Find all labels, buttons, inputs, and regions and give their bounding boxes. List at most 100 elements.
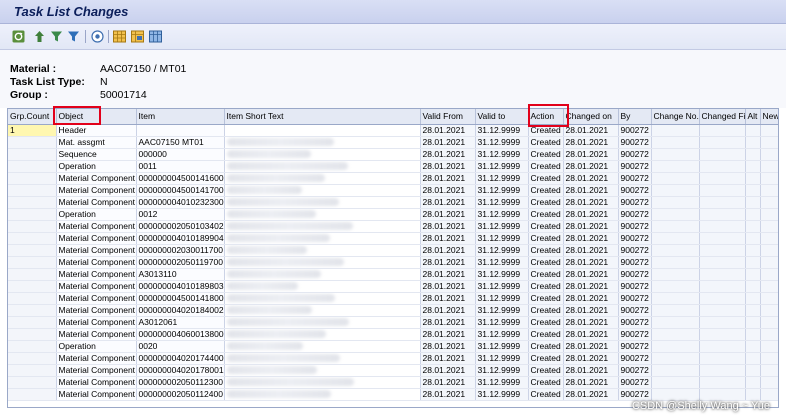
cell-valid-to[interactable]: 31.12.9999 <box>475 208 529 221</box>
cell-item-short-text[interactable] <box>224 364 421 377</box>
cell-alt[interactable] <box>745 328 761 341</box>
cell-action[interactable]: Created <box>528 376 564 389</box>
cell-item-short-text[interactable] <box>224 124 421 137</box>
cell-by[interactable]: 900272 <box>618 388 652 401</box>
table-row[interactable]: Material Component 000000004020184002 28.0… <box>8 304 778 317</box>
table-row[interactable]: Material Component 000000002050103402 28.0… <box>8 220 778 233</box>
cell-grp-count[interactable] <box>8 232 57 245</box>
filter-icon[interactable] <box>50 30 63 43</box>
cell-item[interactable]: A3012061 <box>136 316 225 329</box>
cell-change-no[interactable] <box>651 220 700 233</box>
cell-new[interactable] <box>760 232 778 245</box>
cell-by[interactable]: 900272 <box>618 280 652 293</box>
cell-item-short-text[interactable] <box>224 148 421 161</box>
cell-item-short-text[interactable] <box>224 244 421 257</box>
table-row[interactable]: Material Component 000000004020174400 28.0… <box>8 352 778 365</box>
cell-action[interactable]: Created <box>528 172 564 185</box>
cell-grp-count[interactable] <box>8 292 57 305</box>
cell-change-no[interactable] <box>651 328 700 341</box>
cell-valid-to[interactable]: 31.12.9999 <box>475 268 529 281</box>
cell-changed-on[interactable]: 28.01.2021 <box>563 388 619 401</box>
cell-by[interactable]: 900272 <box>618 352 652 365</box>
cell-alt[interactable] <box>745 256 761 269</box>
cell-by[interactable]: 900272 <box>618 148 652 161</box>
cell-new[interactable] <box>760 268 778 281</box>
cell-new[interactable] <box>760 280 778 293</box>
cell-changed-field[interactable] <box>699 280 746 293</box>
cell-action[interactable]: Created <box>528 316 564 329</box>
cell-grp-count[interactable]: 1 <box>8 124 57 137</box>
cell-item-short-text[interactable] <box>224 376 421 389</box>
cell-valid-from[interactable]: 28.01.2021 <box>420 124 476 137</box>
cell-changed-on[interactable]: 28.01.2021 <box>563 148 619 161</box>
cell-alt[interactable] <box>745 136 761 149</box>
cell-alt[interactable] <box>745 268 761 281</box>
cell-valid-from[interactable]: 28.01.2021 <box>420 220 476 233</box>
cell-changed-on[interactable]: 28.01.2021 <box>563 196 619 209</box>
table-row[interactable]: Material Component 000000004010189803 28.0… <box>8 280 778 293</box>
cell-valid-to[interactable]: 31.12.9999 <box>475 244 529 257</box>
cell-changed-field[interactable] <box>699 328 746 341</box>
cell-object[interactable]: Operation <box>56 340 137 353</box>
table-row[interactable]: Material Component 000000004500141800 28.0… <box>8 292 778 305</box>
table-row[interactable]: Mat. assgmt AAC07150 MT01 28.01.2021 31.12.… <box>8 136 778 149</box>
cell-grp-count[interactable] <box>8 268 57 281</box>
column-header-changed-on[interactable]: Changed on <box>563 109 619 125</box>
cell-change-no[interactable] <box>651 172 700 185</box>
cell-by[interactable]: 900272 <box>618 256 652 269</box>
cell-item[interactable]: A3013110 <box>136 268 225 281</box>
cell-new[interactable] <box>760 124 778 137</box>
cell-valid-to[interactable]: 31.12.9999 <box>475 328 529 341</box>
cell-item[interactable] <box>136 124 225 137</box>
cell-by[interactable]: 900272 <box>618 244 652 257</box>
table-row[interactable]: Material Component 000000004010232300 28.0… <box>8 196 778 209</box>
cell-by[interactable]: 900272 <box>618 316 652 329</box>
cell-action[interactable]: Created <box>528 160 564 173</box>
cell-object[interactable]: Material Component <box>56 316 137 329</box>
table-row[interactable]: Sequence 000000 28.01.2021 31.12.9999 Create… <box>8 148 778 161</box>
cell-action[interactable]: Created <box>528 208 564 221</box>
cell-new[interactable] <box>760 208 778 221</box>
cell-new[interactable] <box>760 340 778 353</box>
cell-item[interactable]: 000000002050112300 <box>136 376 225 389</box>
cell-grp-count[interactable] <box>8 340 57 353</box>
cell-item-short-text[interactable] <box>224 352 421 365</box>
cell-action[interactable]: Created <box>528 304 564 317</box>
cell-action[interactable]: Created <box>528 196 564 209</box>
cell-new[interactable] <box>760 364 778 377</box>
cell-valid-from[interactable]: 28.01.2021 <box>420 136 476 149</box>
cell-new[interactable] <box>760 304 778 317</box>
column-header-item[interactable]: Item <box>136 109 225 125</box>
sort-ascending-icon[interactable] <box>33 30 46 43</box>
cell-item[interactable]: 000000002050103402 <box>136 220 225 233</box>
cell-object[interactable]: Operation <box>56 208 137 221</box>
cell-by[interactable]: 900272 <box>618 232 652 245</box>
cell-valid-to[interactable]: 31.12.9999 <box>475 340 529 353</box>
cell-changed-on[interactable]: 28.01.2021 <box>563 268 619 281</box>
cell-item-short-text[interactable] <box>224 136 421 149</box>
cell-valid-to[interactable]: 31.12.9999 <box>475 148 529 161</box>
cell-change-no[interactable] <box>651 280 700 293</box>
cell-new[interactable] <box>760 316 778 329</box>
cell-object[interactable]: Mat. assgmt <box>56 136 137 149</box>
cell-item-short-text[interactable] <box>224 232 421 245</box>
cell-change-no[interactable] <box>651 208 700 221</box>
table-row[interactable]: Material Component A3013110 28.01.2021 31.1… <box>8 268 778 281</box>
cell-changed-on[interactable]: 28.01.2021 <box>563 184 619 197</box>
cell-item-short-text[interactable] <box>224 184 421 197</box>
cell-object[interactable]: Material Component <box>56 172 137 185</box>
cell-grp-count[interactable] <box>8 364 57 377</box>
cell-object[interactable]: Material Component <box>56 364 137 377</box>
cell-alt[interactable] <box>745 172 761 185</box>
cell-changed-on[interactable]: 28.01.2021 <box>563 340 619 353</box>
table-row[interactable]: Material Component A3012061 28.01.2021 31.1… <box>8 316 778 329</box>
cell-by[interactable]: 900272 <box>618 196 652 209</box>
cell-by[interactable]: 900272 <box>618 328 652 341</box>
cell-item-short-text[interactable] <box>224 172 421 185</box>
cell-object[interactable]: Material Component <box>56 220 137 233</box>
cell-valid-from[interactable]: 28.01.2021 <box>420 256 476 269</box>
cell-changed-field[interactable] <box>699 220 746 233</box>
cell-new[interactable] <box>760 244 778 257</box>
cell-new[interactable] <box>760 196 778 209</box>
cell-changed-field[interactable] <box>699 160 746 173</box>
